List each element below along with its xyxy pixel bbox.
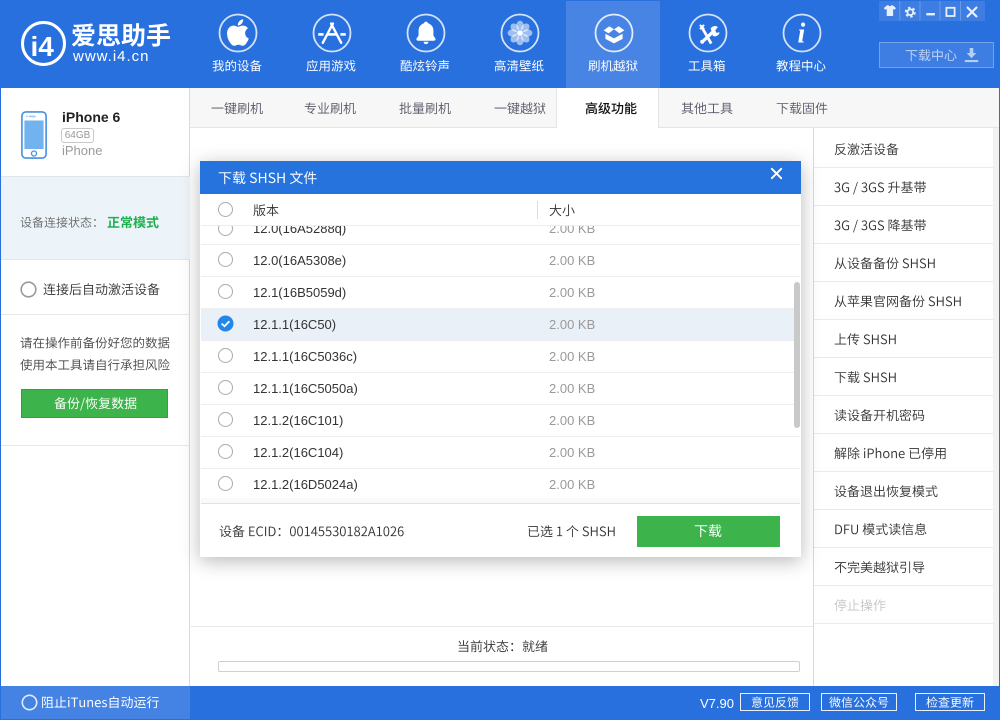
svg-text:i: i: [798, 19, 806, 50]
svg-text:i4: i4: [31, 31, 55, 62]
